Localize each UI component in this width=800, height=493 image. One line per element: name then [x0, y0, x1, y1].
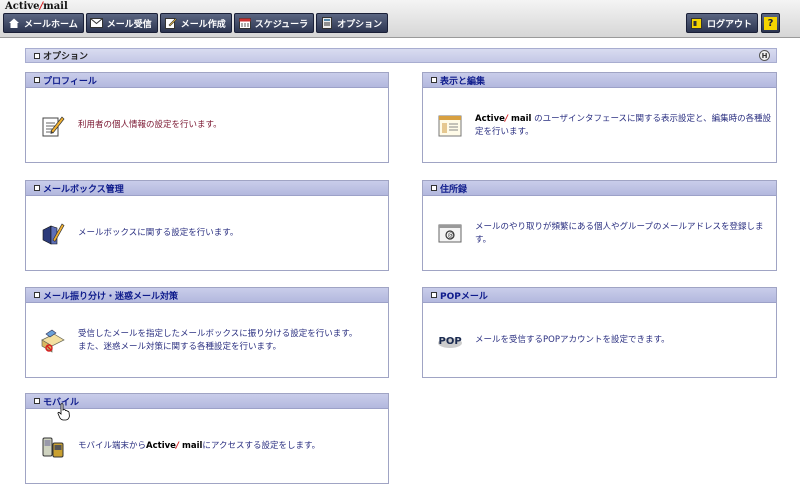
mobile-description: モバイル端末からActive/ mailにアクセスする設定をします。 [78, 440, 320, 453]
options-icon [320, 17, 334, 30]
filter-description-line2: また、迷惑メール対策に関する各種設定を行います。 [78, 341, 282, 352]
display-edit-link[interactable]: 表示と編集 [440, 74, 485, 87]
display-panel-body: Active/ mail のユーザインタフェースに関する表示設定と、編集時の各種… [423, 89, 776, 162]
pop-icon: POP [437, 328, 463, 354]
profile-panel-header: プロフィール [26, 73, 388, 88]
pop-icon-text: POP [439, 336, 462, 347]
filter-description: 受信したメールを指定したメールボックスに振り分ける設定を行います。 また、迷惑メ… [78, 328, 357, 354]
profile-panel: プロフィール 利用者の個人情報の設定を行います。 [25, 72, 389, 163]
logo-text-mail: mail [43, 1, 68, 12]
addressbook-description: メールのやり取りが頻繁にある個人やグループのメールアドレスを登録します。 [475, 221, 764, 245]
bullet-icon [431, 185, 437, 191]
nav-mail-home-label: メールホーム [24, 19, 78, 30]
profile-description: 利用者の個人情報の設定を行います。 [78, 120, 222, 130]
profile-edit-icon [40, 113, 66, 139]
pop-mail-link[interactable]: POPメール [440, 289, 488, 302]
address-book-link[interactable]: 住所録 [440, 182, 467, 195]
mobile-phone-icon [40, 434, 66, 460]
mobile-description-prefix: モバイル端末から [78, 441, 147, 451]
header-bullet-icon [34, 52, 40, 59]
compose-icon [164, 17, 178, 30]
bullet-icon [431, 77, 437, 83]
bullet-icon [34, 398, 40, 404]
filter-panel: メール振り分け・迷惑メール対策 受信したメールを指定したメールボックスに振り分け… [25, 287, 389, 378]
pop-panel-header: POPメール [423, 288, 776, 303]
display-panel: 表示と編集 Active/ mail のユーザインタフェースに関する表示設定と、… [422, 72, 777, 163]
bullet-icon [431, 292, 437, 298]
nav-receive-button[interactable]: メール受信 [85, 13, 158, 33]
nav-options-button[interactable]: オプション [316, 13, 389, 33]
addressbook-panel-header: 住所録 [423, 181, 776, 196]
mail-filter-link[interactable]: メール振り分け・迷惑メール対策 [43, 289, 178, 302]
svg-text:@: @ [448, 232, 454, 239]
help-icon: ? [764, 16, 777, 30]
bullet-icon [34, 292, 40, 298]
mailbox-panel: メールボックス管理 メールボックスに関する設定を行います。 [25, 180, 389, 271]
calendar-icon [238, 17, 252, 30]
display-panel-header: 表示と編集 [423, 73, 776, 88]
display-description: Active/ mail のユーザインタフェースに関する表示設定と、編集時の各種… [475, 113, 776, 139]
top-bar: Active/mail メールホーム メール受信 メール作成 スケジューラ オプ… [0, 0, 800, 38]
mailbox-management-link[interactable]: メールボックス管理 [43, 182, 124, 195]
profile-panel-body: 利用者の個人情報の設定を行います。 [26, 89, 388, 162]
help-button[interactable]: ? [761, 13, 780, 33]
brand-mail: mail [179, 441, 203, 451]
page-title: オプション [43, 52, 89, 62]
mobile-description-suffix: にアクセスする設定をします。 [202, 441, 321, 451]
nav-mail-home-button[interactable]: メールホーム [3, 13, 84, 33]
filter-panel-header: メール振り分け・迷惑メール対策 [26, 288, 388, 303]
brand-active: Active [475, 113, 505, 124]
mobile-panel-header: モバイル [26, 394, 388, 409]
filter-panel-body: 受信したメールを指定したメールボックスに振り分ける設定を行います。 また、迷惑メ… [26, 304, 388, 377]
profile-link[interactable]: プロフィール [43, 74, 97, 87]
pop-panel: POPメール POP メールを受信するPOPアカウントを設定できます。 [422, 287, 777, 378]
mailbox-description: メールボックスに関する設定を行います。 [78, 228, 239, 238]
bullet-icon [34, 77, 40, 83]
filter-description-line1: 受信したメールを指定したメールボックスに振り分ける設定を行います。 [78, 328, 358, 339]
nav-receive-label: メール受信 [106, 19, 152, 30]
mailbox-edit-icon [40, 221, 66, 247]
mobile-panel: モバイル モバイル端末からActive/ mailにアクセスする設定をします。 [25, 393, 389, 484]
addressbook-panel-body: @ メールのやり取りが頻繁にある個人やグループのメールアドレスを登録します。 [423, 197, 776, 270]
addressbook-panel: 住所録 @ メールのやり取りが頻繁にある個人やグループのメールアドレスを登録しま… [422, 180, 777, 271]
pop-description: メールを受信するPOPアカウントを設定できます。 [475, 335, 670, 345]
collapse-toggle-icon[interactable]: H [759, 50, 770, 61]
logout-label: ログアウト [706, 19, 752, 30]
nav-scheduler-label: スケジューラ [254, 19, 309, 30]
mail-filter-icon [40, 328, 66, 354]
main-nav: メールホーム メール受信 メール作成 スケジューラ オプション [3, 13, 389, 33]
mobile-panel-body: モバイル端末からActive/ mailにアクセスする設定をします。 [26, 410, 388, 483]
nav-compose-button[interactable]: メール作成 [159, 13, 232, 33]
nav-options-label: オプション [337, 19, 383, 30]
nav-compose-label: メール作成 [180, 19, 226, 30]
brand-mail: mail [508, 113, 532, 124]
app-logo: Active/mail [5, 1, 68, 13]
pop-panel-body: POP メールを受信するPOPアカウントを設定できます。 [423, 304, 776, 377]
mailbox-panel-header: メールボックス管理 [26, 181, 388, 196]
display-window-icon [437, 113, 463, 139]
mailbox-panel-body: メールボックスに関する設定を行います。 [26, 197, 388, 270]
logo-text-active: Active [5, 1, 40, 12]
nav-scheduler-button[interactable]: スケジューラ [233, 13, 315, 33]
logout-button[interactable]: ログアウト [685, 13, 758, 33]
home-icon [7, 17, 21, 30]
options-header: オプション H [25, 48, 777, 63]
envelope-icon [90, 17, 104, 30]
address-book-icon: @ [437, 221, 463, 247]
hand-cursor-icon [57, 403, 71, 424]
brand-active: Active [146, 441, 176, 451]
top-right-actions: ログアウト ? [685, 13, 780, 33]
logout-icon [690, 17, 704, 30]
bullet-icon [34, 185, 40, 191]
